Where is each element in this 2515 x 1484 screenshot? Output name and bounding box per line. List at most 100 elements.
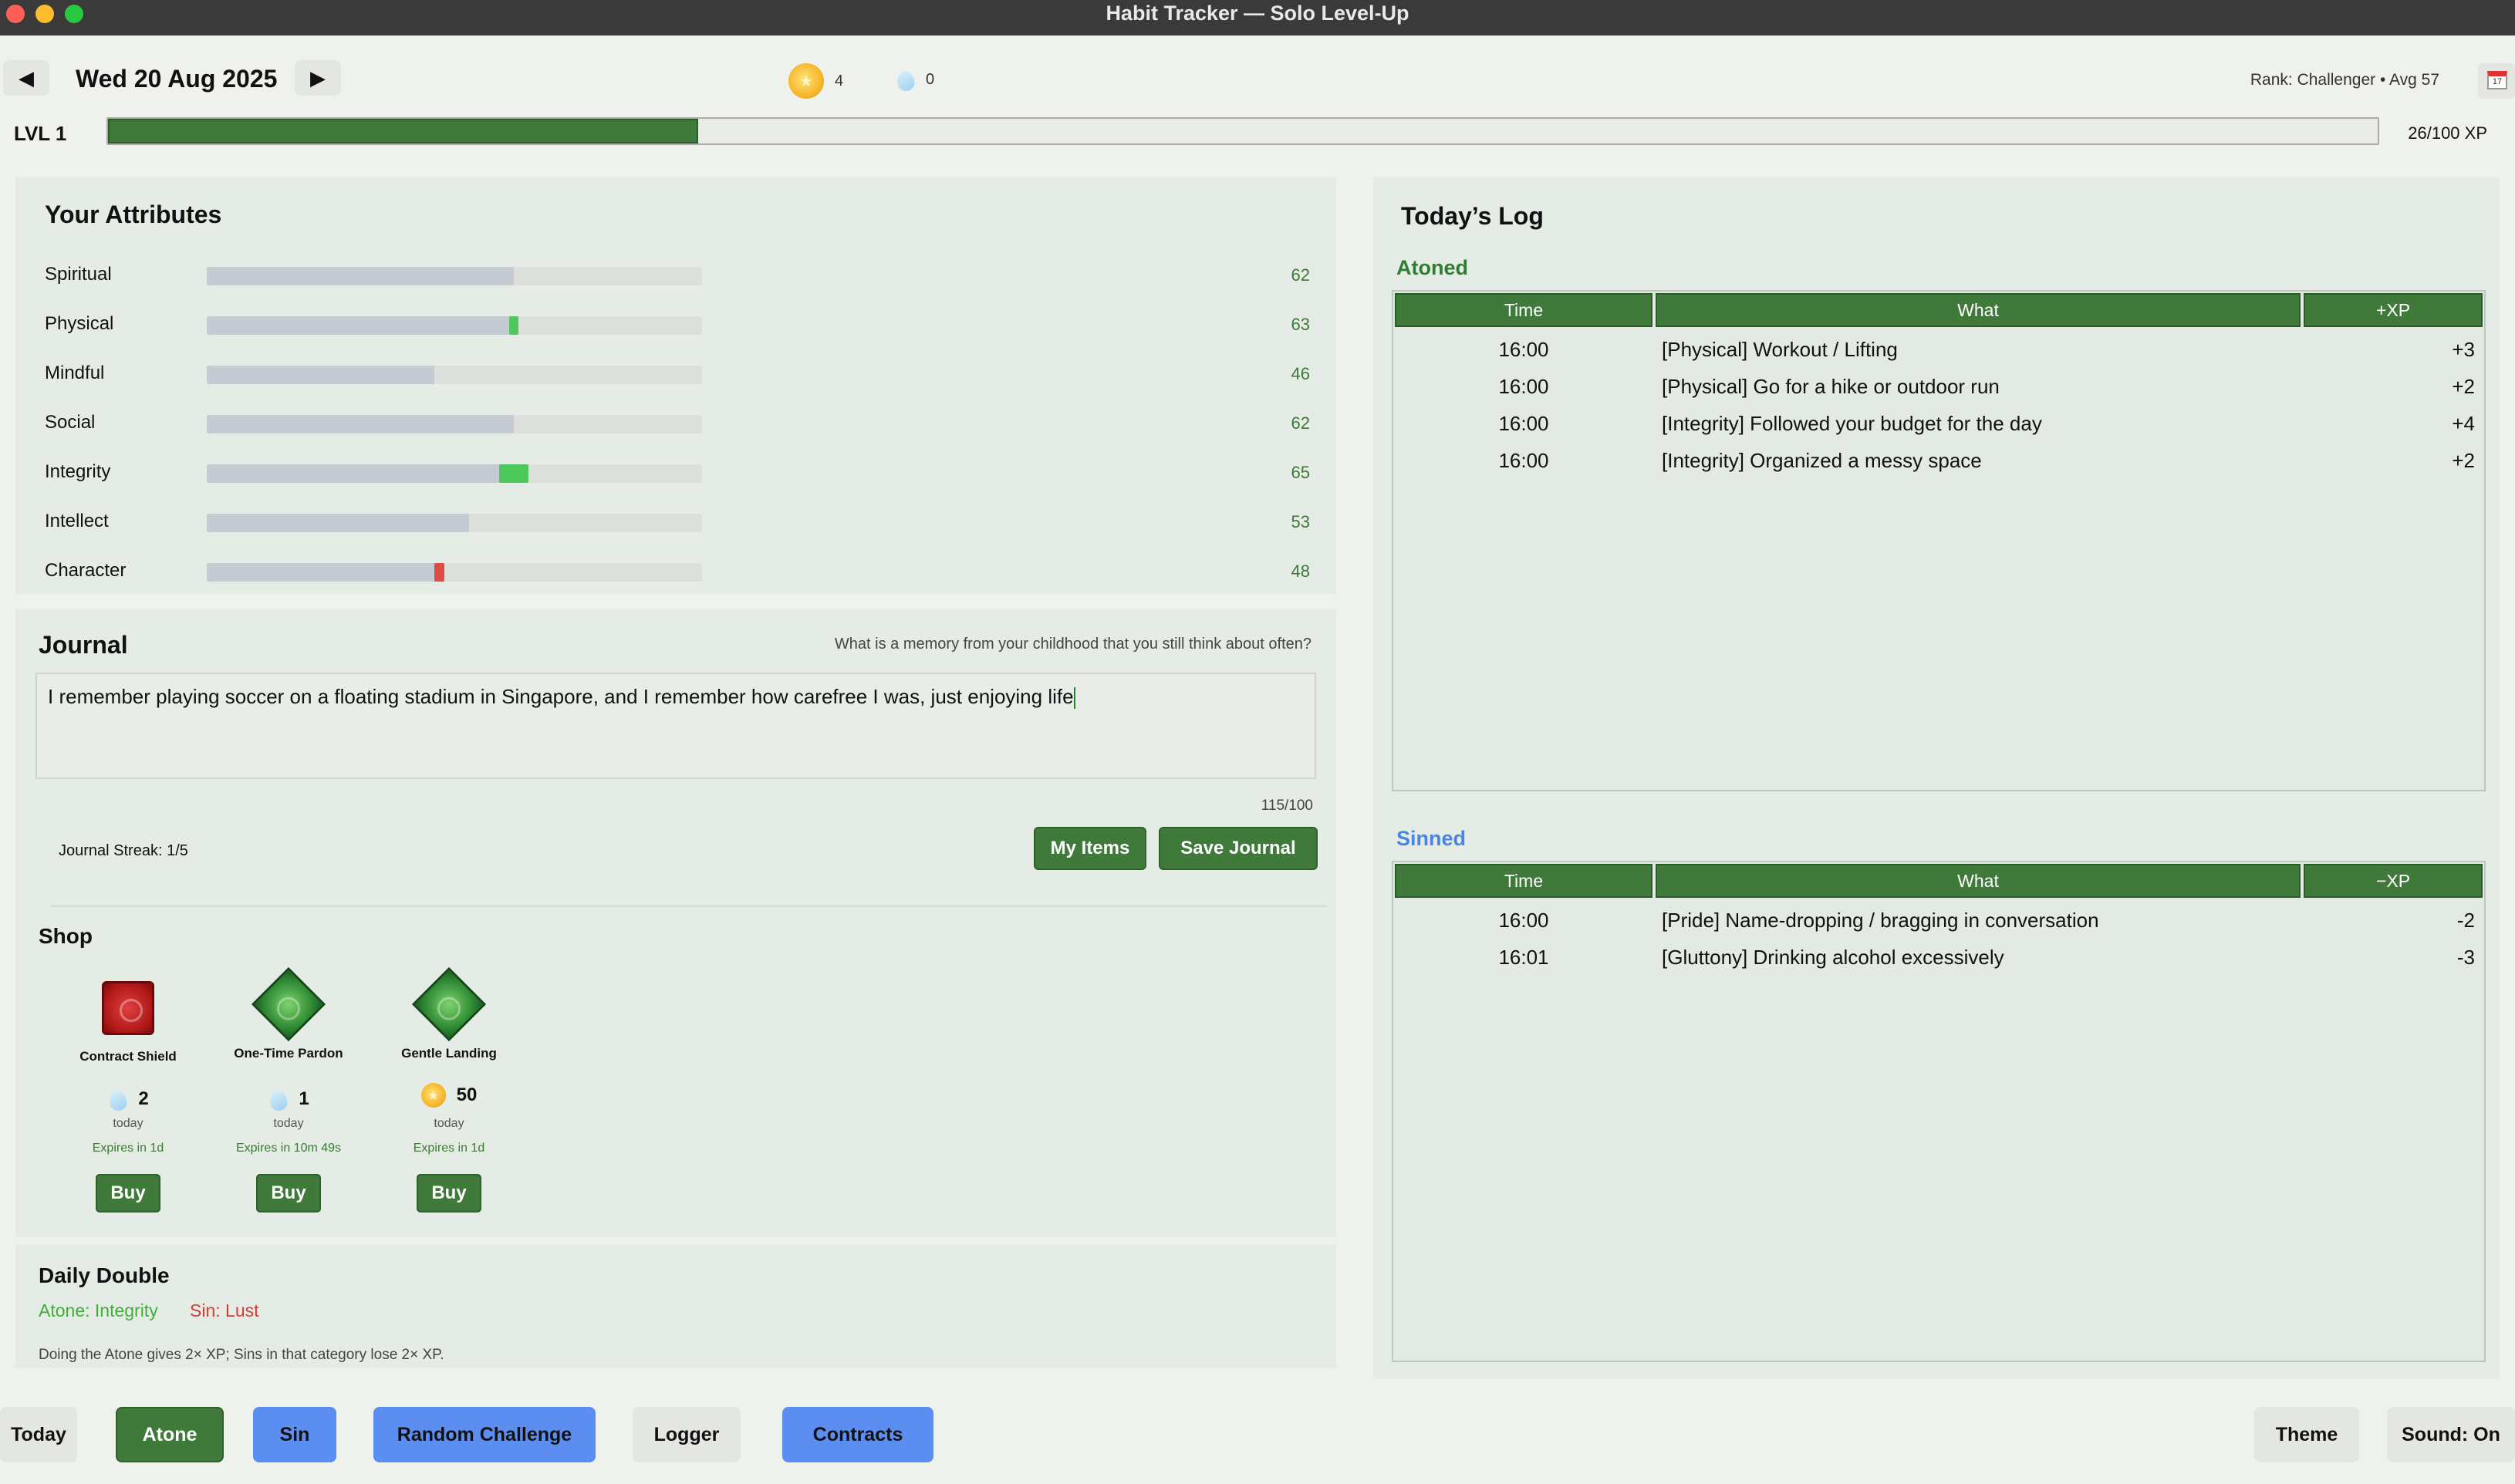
- daily-atone-category: Atone: Integrity: [39, 1300, 158, 1320]
- contracts-button[interactable]: Contracts: [782, 1407, 933, 1462]
- column-header-what[interactable]: What: [1656, 864, 2301, 898]
- contract-shield-icon: [102, 981, 154, 1035]
- save-journal-button[interactable]: Save Journal: [1159, 827, 1318, 870]
- previous-day-button[interactable]: ◀: [3, 60, 49, 96]
- log-title: Today’s Log: [1401, 202, 1544, 230]
- sinned-table: Time What −XP 16:00 [Pride] Name-dropping…: [1392, 861, 2486, 1362]
- cell-time: 16:00: [1498, 375, 1549, 398]
- one-time-pardon-icon: [251, 966, 326, 1042]
- attribute-name: Physical: [45, 313, 114, 334]
- calendar-button[interactable]: 17: [2478, 63, 2515, 99]
- current-date: Wed 20 Aug 2025: [76, 65, 278, 93]
- bottom-toolbar: Today Atone Sin Random Challenge Logger …: [0, 1396, 2515, 1484]
- attribute-bar: [207, 316, 702, 335]
- table-row[interactable]: 16:01 [Gluttony] Drinking alcohol excessi…: [1393, 939, 2484, 975]
- column-header-time[interactable]: Time: [1395, 293, 1652, 327]
- coin-balance: ★ 4: [788, 63, 843, 99]
- attribute-bar-fill: [207, 415, 515, 433]
- attribute-change-marker: [434, 563, 445, 582]
- today-button[interactable]: Today: [0, 1407, 77, 1462]
- shop-item-expiry: Expires in 1d: [92, 1142, 164, 1155]
- attributes-panel: Your Attributes Spiritual 62 Physical 63 Min…: [15, 177, 1336, 594]
- attribute-bar-fill: [207, 316, 519, 335]
- sound-toggle-button[interactable]: Sound: On: [2387, 1407, 2515, 1462]
- journal-text: I remember playing soccer on a floating …: [48, 685, 1074, 708]
- atoned-table: Time What +XP 16:00 [Physical] Workout / …: [1392, 290, 2486, 791]
- table-row[interactable]: 16:00 [Pride] Name-dropping / bragging in…: [1393, 902, 2484, 938]
- atone-button[interactable]: Atone: [116, 1407, 224, 1462]
- logger-button[interactable]: Logger: [633, 1407, 741, 1462]
- tear-count: 0: [926, 70, 935, 88]
- shop-item-expiry: Expires in 10m 49s: [235, 1142, 342, 1155]
- level-row: LVL 1 26/100 XP: [0, 116, 2515, 150]
- shop-item-price: ★ 50: [372, 1083, 526, 1108]
- daily-double-panel: Daily Double Atone: Integrity Sin: Lust …: [15, 1245, 1336, 1368]
- table-row[interactable]: 16:00 [Integrity] Followed your budget fo…: [1393, 406, 2484, 441]
- attribute-bar: [207, 563, 702, 582]
- shop-item-name: One-Time Pardon: [234, 1046, 343, 1061]
- attribute-name: Intellect: [45, 511, 109, 531]
- cell-xp: -3: [2456, 946, 2475, 969]
- cell-xp: +2: [2452, 375, 2475, 398]
- my-items-button[interactable]: My Items: [1034, 827, 1146, 870]
- cell-xp: +3: [2452, 338, 2475, 361]
- cell-what: [Gluttony] Drinking alcohol excessively: [1662, 946, 2004, 969]
- attribute-value: 62: [1291, 413, 1310, 433]
- next-day-button[interactable]: ▶: [295, 60, 341, 96]
- shop-item-name: Contract Shield: [79, 1049, 177, 1064]
- shop-item-gentle-landing: Gentle Landing ★ 50 today Expires in 1d …: [372, 966, 526, 1219]
- tear-drop-icon: [107, 1083, 127, 1115]
- buy-one-time-pardon-button[interactable]: Buy: [256, 1174, 321, 1212]
- attribute-change-marker: [508, 316, 519, 335]
- cell-xp: +4: [2452, 412, 2475, 435]
- date-toolbar: ◀ Wed 20 Aug 2025 ▶ ★ 4 0 Rank: Challeng…: [0, 49, 2515, 111]
- coin-icon: ★: [788, 63, 824, 99]
- cell-xp: -2: [2456, 909, 2475, 932]
- attribute-bar-fill: [207, 464, 529, 483]
- text-cursor: [1073, 687, 1075, 710]
- journal-char-count: 115/100: [1261, 798, 1313, 814]
- cell-time: 16:00: [1498, 909, 1549, 932]
- random-challenge-button[interactable]: Random Challenge: [373, 1407, 596, 1462]
- sin-button[interactable]: Sin: [253, 1407, 336, 1462]
- cell-what: [Physical] Workout / Lifting: [1662, 338, 1898, 361]
- buy-contract-shield-button[interactable]: Buy: [96, 1174, 160, 1212]
- coin-count: 4: [835, 72, 844, 89]
- table-row[interactable]: 16:00 [Integrity] Organized a messy space…: [1393, 443, 2484, 478]
- attribute-row-intellect: Intellect 53: [45, 506, 1310, 537]
- atoned-table-header: Time What +XP: [1395, 293, 2483, 327]
- attributes-title: Your Attributes: [45, 201, 222, 228]
- cell-time: 16:00: [1498, 449, 1549, 472]
- column-header-xp[interactable]: −XP: [2304, 864, 2483, 898]
- shop-item-expiry: Expires in 1d: [413, 1142, 485, 1155]
- column-header-time[interactable]: Time: [1395, 864, 1652, 898]
- divider: [51, 906, 1327, 907]
- attribute-row-spiritual: Spiritual 62: [45, 259, 1310, 290]
- column-header-xp[interactable]: +XP: [2304, 293, 2483, 327]
- journal-textarea[interactable]: I remember playing soccer on a floating …: [35, 673, 1316, 779]
- xp-progress-fill: [108, 119, 698, 143]
- right-triangle-icon: ▶: [310, 66, 326, 89]
- attribute-value: 62: [1291, 265, 1310, 285]
- column-header-what[interactable]: What: [1656, 293, 2301, 327]
- attribute-name: Social: [45, 412, 96, 433]
- attribute-change-marker: [498, 464, 529, 483]
- cell-what: [Integrity] Organized a messy space: [1662, 449, 1982, 472]
- attribute-bar-fill: [207, 514, 470, 532]
- buy-gentle-landing-button[interactable]: Buy: [417, 1174, 481, 1212]
- cell-xp: +2: [2452, 449, 2475, 472]
- table-row[interactable]: 16:00 [Physical] Go for a hike or outdoor…: [1393, 369, 2484, 404]
- cell-what: [Integrity] Followed your budget for the…: [1662, 412, 2042, 435]
- attribute-value: 46: [1291, 364, 1310, 383]
- tear-drop-icon: [268, 1083, 288, 1115]
- attribute-row-mindful: Mindful 46: [45, 358, 1310, 389]
- table-row[interactable]: 16:00 [Physical] Workout / Lifting +3: [1393, 332, 2484, 367]
- cell-what: [Pride] Name-dropping / bragging in conv…: [1662, 909, 2099, 932]
- theme-button[interactable]: Theme: [2254, 1407, 2359, 1462]
- attribute-row-social: Social 62: [45, 407, 1310, 438]
- price-value: 2: [138, 1088, 149, 1109]
- journal-prompt: What is a memory from your childhood tha…: [834, 636, 1312, 653]
- calendar-icon: 17: [2487, 71, 2507, 89]
- shop-item-name: Gentle Landing: [401, 1046, 497, 1061]
- coin-icon: ★: [420, 1083, 446, 1108]
